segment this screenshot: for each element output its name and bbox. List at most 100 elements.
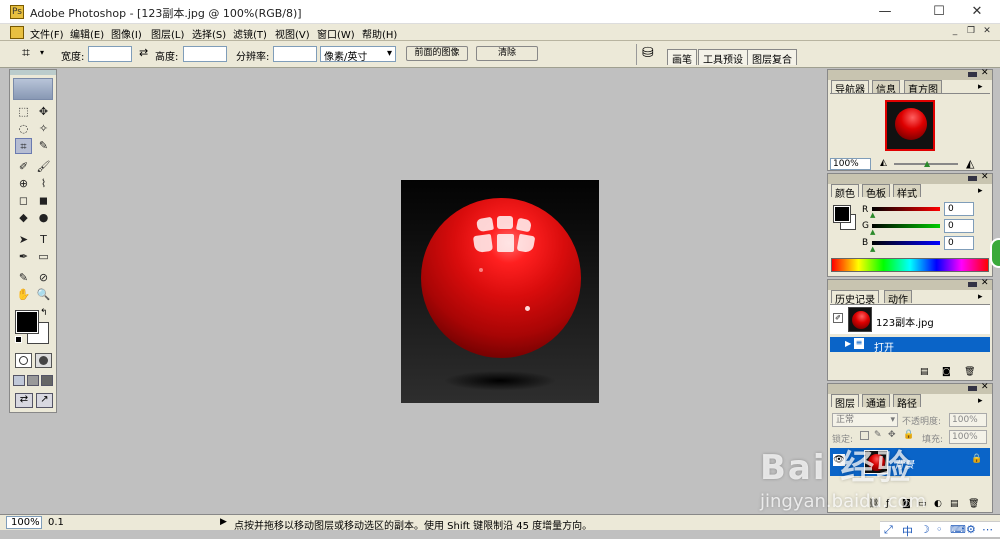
history-snapshot-row[interactable]: ✐ 123副本.jpg bbox=[830, 304, 990, 334]
ime-more-icon[interactable]: ⋯ bbox=[982, 523, 993, 536]
red-slider-thumb[interactable]: ▲ bbox=[870, 211, 875, 219]
gradient-icon[interactable]: ◼ bbox=[35, 193, 52, 209]
tab-layers[interactable]: 图层 bbox=[831, 394, 859, 410]
clear-button[interactable]: 清除 bbox=[476, 46, 538, 61]
panel-minimize-icon[interactable] bbox=[968, 282, 977, 287]
screen-mode-menubar-icon[interactable] bbox=[27, 375, 39, 386]
minimize-button[interactable]: — bbox=[862, 0, 908, 24]
slice-icon[interactable]: ✎ bbox=[35, 138, 52, 154]
resolution-unit-select[interactable]: 像素/英寸 ▾ bbox=[320, 46, 396, 63]
close-button[interactable]: ✕ bbox=[954, 0, 1000, 24]
green-slider-thumb[interactable]: ▲ bbox=[870, 228, 875, 236]
blend-mode-select[interactable]: 正常 ▾ bbox=[832, 413, 898, 427]
magic-wand-icon[interactable]: ✧ bbox=[35, 121, 52, 137]
status-zoom-field[interactable]: 100% bbox=[6, 516, 42, 529]
type-icon[interactable]: T bbox=[35, 232, 52, 248]
menu-help[interactable]: 帮助(H) bbox=[362, 26, 397, 41]
opacity-field[interactable]: 100% bbox=[949, 413, 987, 427]
ime-halfwidth-icon[interactable]: ☽ bbox=[920, 523, 930, 536]
menu-edit[interactable]: 编辑(E) bbox=[70, 26, 104, 41]
tab-navigator[interactable]: 导航器 bbox=[831, 80, 869, 96]
zoom-icon[interactable]: 🔍 bbox=[35, 287, 52, 303]
blue-slider-thumb[interactable]: ▲ bbox=[870, 245, 875, 253]
menu-filter[interactable]: 滤镜(T) bbox=[233, 26, 267, 41]
panel-menu-icon[interactable]: ▸ bbox=[978, 82, 983, 92]
ime-keyboard-icon[interactable]: ⌨ bbox=[950, 523, 966, 536]
palette-tab-brushes[interactable]: 画笔 bbox=[667, 49, 697, 66]
tab-histogram[interactable]: 直方图 bbox=[904, 80, 942, 96]
adobe-online-feather-icon[interactable] bbox=[13, 78, 53, 100]
brush-icon[interactable]: 🖌 bbox=[35, 159, 52, 175]
green-slider-track[interactable] bbox=[872, 224, 940, 228]
color-fg-swatch[interactable] bbox=[833, 205, 851, 223]
healing-brush-icon[interactable]: ✐ bbox=[15, 159, 32, 175]
menu-image[interactable]: 图像(I) bbox=[111, 26, 142, 41]
notes-icon[interactable]: ✎ bbox=[15, 270, 32, 286]
menu-select[interactable]: 选择(S) bbox=[192, 26, 226, 41]
toolbox-header[interactable] bbox=[10, 70, 56, 75]
doc-restore-button[interactable]: ❐ bbox=[964, 26, 978, 38]
adjustment-layer-icon[interactable]: ◐ bbox=[934, 499, 942, 509]
panel-close-icon[interactable]: ✕ bbox=[981, 172, 989, 182]
crop-tool-preset-icon[interactable]: ⌗ bbox=[22, 45, 30, 61]
green-value-field[interactable]: 0 bbox=[944, 219, 974, 233]
panel-minimize-icon[interactable] bbox=[968, 176, 977, 181]
ime-settings-icon[interactable]: ⚙ bbox=[966, 523, 976, 536]
tab-color[interactable]: 颜色 bbox=[831, 184, 859, 200]
palette-tab-tool-presets[interactable]: 工具预设 bbox=[698, 49, 748, 66]
new-layer-icon[interactable]: ▤ bbox=[950, 499, 959, 509]
panel-close-icon[interactable]: ✕ bbox=[981, 382, 989, 392]
trash-icon[interactable]: 🗑 bbox=[964, 367, 975, 377]
ps-menu-icon[interactable] bbox=[10, 26, 24, 39]
lock-all-icon[interactable]: 🔒 bbox=[903, 430, 914, 440]
panel-close-icon[interactable]: ✕ bbox=[981, 278, 989, 288]
screen-mode-standard-icon[interactable] bbox=[13, 375, 25, 386]
ime-punctuation-icon[interactable]: ◦ bbox=[936, 523, 943, 536]
history-brush-source-icon[interactable]: ✐ bbox=[833, 313, 843, 323]
panel-menu-icon[interactable]: ▸ bbox=[978, 186, 983, 196]
rect-marquee-icon[interactable]: ⬚ bbox=[15, 104, 32, 120]
panel-minimize-icon[interactable] bbox=[968, 386, 977, 391]
clone-stamp-icon[interactable]: ⊕ bbox=[15, 176, 32, 192]
document-canvas[interactable] bbox=[401, 180, 599, 403]
jump-to-imageready-icon[interactable]: ⇄ bbox=[15, 393, 33, 408]
new-snapshot-icon[interactable]: ◙ bbox=[942, 367, 951, 377]
tab-history[interactable]: 历史记录 bbox=[831, 290, 879, 306]
tab-actions[interactable]: 动作 bbox=[884, 290, 912, 306]
doc-minimize-button[interactable]: _ bbox=[948, 26, 962, 38]
swap-icon[interactable]: ⇄ bbox=[139, 46, 148, 59]
tab-paths[interactable]: 路径 bbox=[893, 394, 921, 410]
lock-image-icon[interactable]: ✎ bbox=[874, 430, 882, 440]
screen-mode-full-icon[interactable] bbox=[41, 375, 53, 386]
panel-minimize-icon[interactable] bbox=[968, 72, 977, 77]
eraser-icon[interactable]: ◻ bbox=[15, 193, 32, 209]
zoom-in-icon[interactable]: ◭ bbox=[966, 157, 974, 170]
width-input[interactable] bbox=[88, 46, 132, 62]
ime-expand-icon[interactable]: ⤢ bbox=[884, 523, 893, 537]
pen-icon[interactable]: ✒ bbox=[15, 249, 32, 265]
history-step-open[interactable]: ▶ ≡ 打开 bbox=[830, 337, 990, 354]
history-brush-icon[interactable]: ⌇ bbox=[35, 176, 52, 192]
chevron-down-icon[interactable]: ▾ bbox=[40, 48, 44, 57]
navigator-zoom-field[interactable]: 100% bbox=[830, 158, 871, 170]
swap-colors-icon[interactable]: ↰ bbox=[40, 308, 48, 318]
status-menu-arrow-icon[interactable]: ▶ bbox=[220, 517, 227, 527]
zoom-slider-thumb[interactable]: ▲ bbox=[924, 159, 930, 168]
path-select-icon[interactable]: ➤ bbox=[15, 232, 32, 248]
color-spectrum-bar[interactable] bbox=[831, 258, 989, 272]
shape-icon[interactable]: ▭ bbox=[35, 249, 52, 265]
height-input[interactable] bbox=[183, 46, 227, 62]
panel-close-icon[interactable]: ✕ bbox=[981, 68, 989, 78]
photoshop-app-icon[interactable]: Ps bbox=[10, 5, 24, 19]
blue-value-field[interactable]: 0 bbox=[944, 236, 974, 250]
foreground-color-swatch[interactable] bbox=[15, 310, 39, 334]
blue-slider-track[interactable] bbox=[872, 241, 940, 245]
tab-styles[interactable]: 样式 bbox=[893, 184, 921, 200]
menu-view[interactable]: 视图(V) bbox=[275, 26, 310, 41]
doc-close-button[interactable]: ✕ bbox=[980, 26, 994, 38]
trash-icon[interactable]: 🗑 bbox=[968, 499, 979, 509]
eyedropper-icon[interactable]: ⊘ bbox=[35, 270, 52, 286]
side-floating-widget[interactable] bbox=[990, 238, 1000, 268]
lock-position-icon[interactable]: ✥ bbox=[888, 430, 896, 440]
palette-tab-layer-comps[interactable]: 图层复合 bbox=[747, 49, 797, 66]
